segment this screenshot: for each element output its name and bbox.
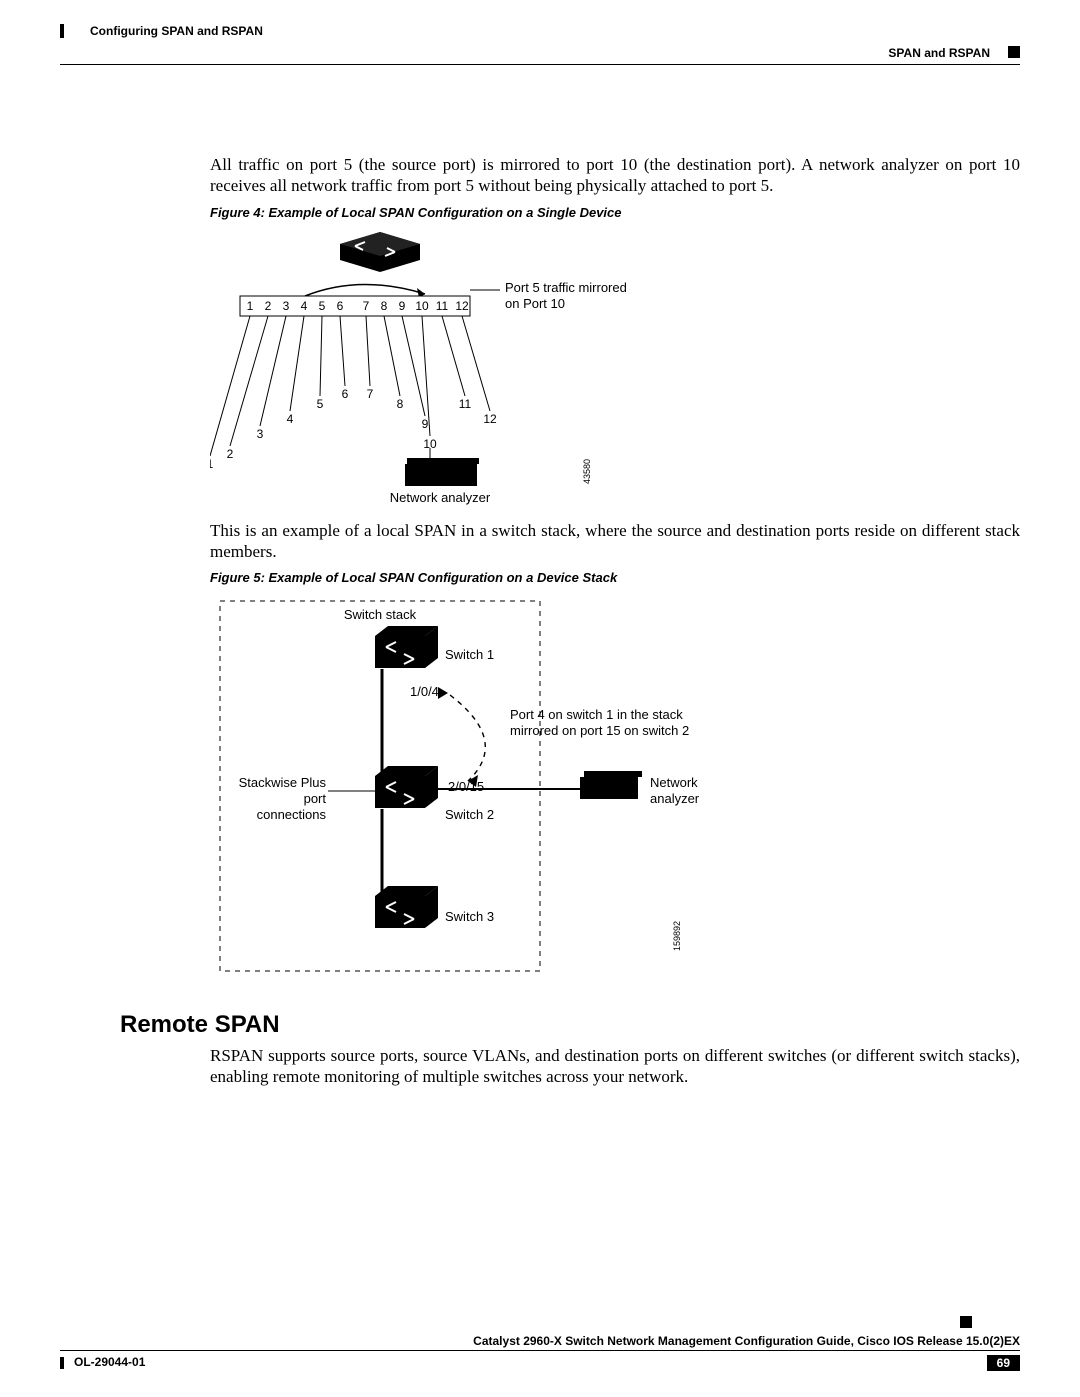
svg-text:11: 11 — [459, 397, 472, 411]
port-label: 5 — [319, 299, 326, 313]
footer-guide-title: Catalyst 2960-X Switch Network Managemen… — [60, 1334, 1020, 1348]
port-label: 4 — [301, 299, 308, 313]
svg-text:3: 3 — [257, 427, 264, 441]
page-footer: Catalyst 2960-X Switch Network Managemen… — [60, 1334, 1020, 1371]
footer-doc-number: OL-29044-01 — [74, 1355, 145, 1369]
port-label: 12 — [455, 299, 469, 313]
switch-label: Switch 1 — [445, 647, 494, 662]
port-label: 7 — [363, 299, 370, 313]
port-label: 3 — [283, 299, 290, 313]
port-label: 2 — [265, 299, 272, 313]
figure-annotation: mirrored on port 15 on switch 2 — [510, 723, 689, 738]
svg-text:5: 5 — [317, 397, 324, 411]
figure-annotation: port — [304, 791, 327, 806]
port-label: 1/0/4 — [410, 684, 439, 699]
figure-caption: Figure 5: Example of Local SPAN Configur… — [210, 570, 1020, 585]
port-label: 1 — [247, 299, 254, 313]
breadcrumb: Configuring SPAN and RSPAN — [90, 24, 263, 38]
analyzer-label: Network — [650, 775, 698, 790]
switch-label: Switch 2 — [445, 807, 494, 822]
svg-text:7: 7 — [367, 387, 374, 401]
figure-caption: Figure 4: Example of Local SPAN Configur… — [210, 205, 1020, 220]
svg-text:8: 8 — [397, 397, 404, 411]
header-section: SPAN and RSPAN — [888, 46, 990, 60]
page: Configuring SPAN and RSPAN SPAN and RSPA… — [0, 0, 1080, 1397]
figure-annotation: connections — [257, 807, 327, 822]
figure-5-diagram: Switch stack Switch 1 1/0/4 Port 4 on sw… — [210, 591, 770, 981]
paragraph: All traffic on port 5 (the source port) … — [210, 154, 1020, 197]
svg-text:12: 12 — [483, 412, 497, 426]
page-header: Configuring SPAN and RSPAN SPAN and RSPA… — [60, 24, 1020, 64]
svg-text:6: 6 — [342, 387, 349, 401]
svg-text:9: 9 — [422, 417, 429, 431]
port-label: 9 — [399, 299, 406, 313]
header-rule — [60, 64, 1020, 65]
figure-annotation: Port 5 traffic mirrored — [505, 280, 627, 295]
paragraph: This is an example of a local SPAN in a … — [210, 520, 1020, 563]
header-square-icon — [1008, 46, 1020, 58]
port-label: 10 — [415, 299, 429, 313]
switch-label: Switch 3 — [445, 909, 494, 924]
figure-annotation: Port 4 on switch 1 in the stack — [510, 707, 683, 722]
figure-4-diagram: 1 2 3 4 5 6 7 8 9 10 11 12 Port 5 traffi… — [210, 226, 640, 506]
footer-square-icon — [960, 1316, 972, 1328]
figure-image-id: 159892 — [672, 921, 682, 951]
paragraph: RSPAN supports source ports, source VLAN… — [210, 1045, 1020, 1088]
figure-annotation: Stackwise Plus — [239, 775, 327, 790]
port-label: 8 — [381, 299, 388, 313]
header-left-bar-icon — [60, 24, 64, 38]
footer-left-bar-icon — [60, 1357, 64, 1369]
svg-text:2: 2 — [227, 447, 234, 461]
section-heading: Remote SPAN — [120, 1011, 1020, 1039]
page-number: 69 — [987, 1355, 1020, 1371]
figure-annotation: on Port 10 — [505, 296, 565, 311]
port-label: 11 — [436, 299, 449, 313]
port-label: 6 — [337, 299, 344, 313]
body-column: All traffic on port 5 (the source port) … — [210, 154, 1020, 981]
analyzer-label: Network analyzer — [390, 490, 491, 505]
stack-label: Switch stack — [344, 607, 417, 622]
figure-image-id: 43580 — [582, 458, 592, 483]
footer-rule — [60, 1350, 1020, 1351]
svg-text:1: 1 — [210, 457, 214, 471]
analyzer-label: analyzer — [650, 791, 700, 806]
port-label: 2/0/15 — [448, 779, 484, 794]
svg-text:4: 4 — [287, 412, 294, 426]
